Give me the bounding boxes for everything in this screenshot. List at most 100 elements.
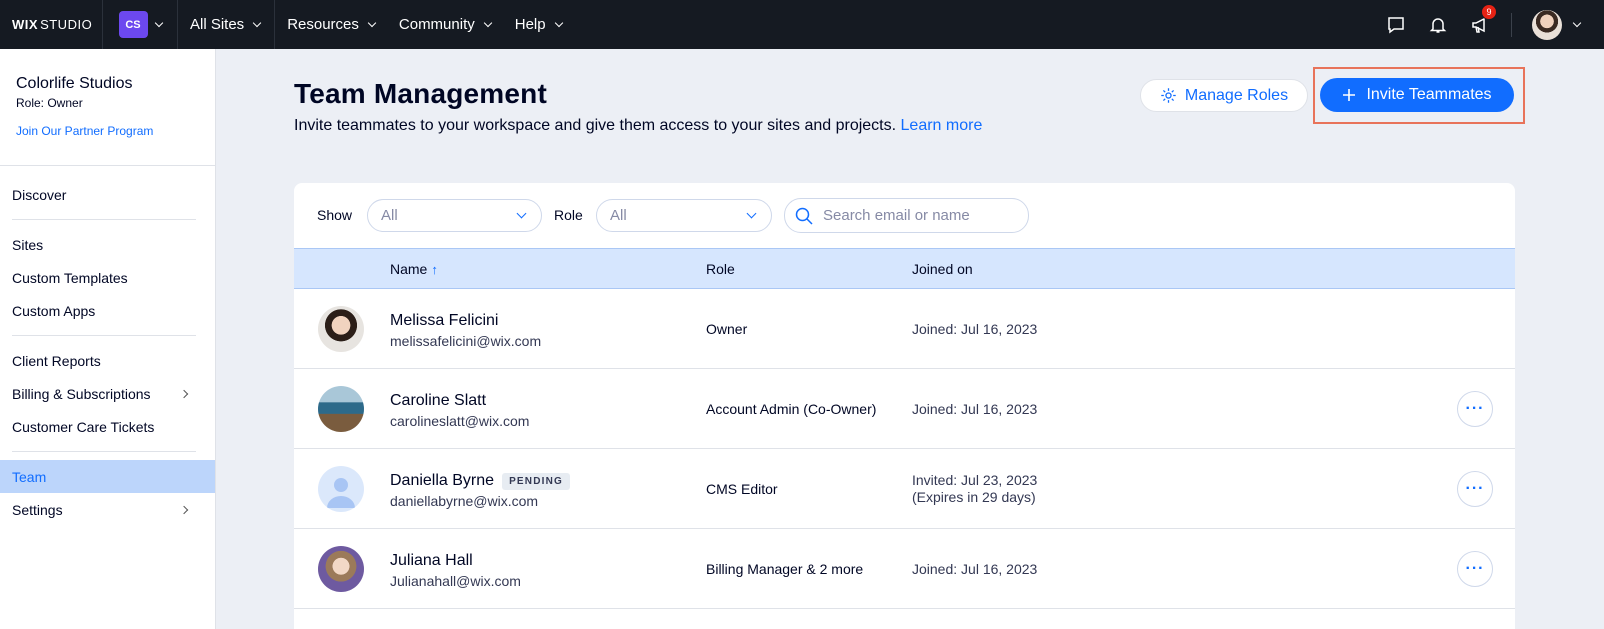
page-title: Team Management bbox=[294, 78, 547, 109]
sidebar-item-sites[interactable]: Sites bbox=[0, 228, 215, 261]
member-email: melissafelicini@wix.com bbox=[390, 333, 542, 349]
subtitle-text: Invite teammates to your workspace and g… bbox=[294, 117, 897, 134]
nav-label: All Sites bbox=[190, 16, 245, 33]
table-row[interactable]: Melissa Felicini melissafelicini@wix.com… bbox=[294, 289, 1515, 369]
chevron-right-icon bbox=[179, 389, 189, 398]
workspace-role: Role: Owner bbox=[16, 96, 83, 110]
search-placeholder: Search email or name bbox=[823, 207, 970, 224]
top-bar: WIX STUDIO CS All Sites Resources Commun… bbox=[0, 0, 1604, 49]
search-input[interactable]: Search email or name bbox=[784, 198, 1029, 233]
table-row[interactable]: Daniella Byrne PENDING daniellabyrne@wix… bbox=[294, 449, 1515, 529]
member-name-text: Daniella Byrne bbox=[390, 472, 495, 489]
sidebar-item-client-reports[interactable]: Client Reports bbox=[0, 344, 215, 377]
sidebar-item-label: Customer Care Tickets bbox=[12, 418, 155, 435]
column-header-name[interactable]: Name ↑ bbox=[390, 261, 438, 277]
workspace-badge: CS bbox=[118, 11, 148, 38]
avatar bbox=[318, 386, 364, 432]
member-role: CMS Editor bbox=[706, 481, 778, 497]
sidebar-item-label: Discover bbox=[12, 186, 67, 203]
member-name-text: Caroline Slatt bbox=[390, 392, 487, 409]
page-subtitle: Invite teammates to your workspace and g… bbox=[294, 117, 982, 135]
team-card: Show All Role All Search email or name N… bbox=[294, 183, 1515, 629]
member-name-text: Juliana Hall bbox=[390, 552, 473, 569]
nav-all-sites[interactable]: All Sites bbox=[178, 0, 276, 49]
more-actions-button[interactable]: ··· bbox=[1457, 471, 1493, 507]
sort-arrow-icon: ↑ bbox=[431, 262, 438, 277]
divider bbox=[12, 219, 196, 220]
learn-more-link[interactable]: Learn more bbox=[901, 117, 983, 134]
sidebar-item-label: Custom Apps bbox=[12, 302, 96, 319]
member-name: Caroline Slatt bbox=[390, 392, 486, 410]
sidebar-item-label: Billing & Subscriptions bbox=[12, 385, 151, 402]
more-actions-button[interactable]: ··· bbox=[1457, 391, 1493, 427]
sidebar-item-custom-templates[interactable]: Custom Templates bbox=[0, 261, 215, 294]
nav-resources[interactable]: Resources bbox=[275, 0, 387, 49]
chat-icon[interactable] bbox=[1385, 14, 1407, 36]
role-filter-label: Role bbox=[554, 207, 583, 223]
role-filter-value: All bbox=[610, 207, 627, 224]
sidebar-item-label: Sites bbox=[12, 236, 44, 253]
sidebar-item-settings[interactable]: Settings bbox=[0, 493, 215, 526]
sidebar-item-customer-care[interactable]: Customer Care Tickets bbox=[0, 410, 215, 443]
sidebar: Colorlife Studios Role: Owner Join Our P… bbox=[0, 49, 216, 629]
table-row[interactable]: Caroline Slatt carolineslatt@wix.com Acc… bbox=[294, 369, 1515, 449]
sidebar-item-team[interactable]: Team bbox=[0, 460, 215, 493]
invite-teammates-label: Invite Teammates bbox=[1366, 86, 1492, 103]
table-row[interactable]: Juliana Hall Julianahall@wix.com Billing… bbox=[294, 529, 1515, 609]
show-filter-label: Show bbox=[317, 207, 353, 223]
member-email: Julianahall@wix.com bbox=[390, 573, 521, 589]
chevron-down-icon bbox=[367, 18, 377, 27]
divider bbox=[1511, 12, 1512, 37]
chevron-down-icon bbox=[252, 18, 262, 27]
member-email: daniellabyrne@wix.com bbox=[390, 493, 539, 509]
role-filter-select[interactable]: All bbox=[596, 199, 772, 232]
invite-teammates-button[interactable]: Invite Teammates bbox=[1320, 78, 1514, 112]
chevron-down-icon bbox=[483, 18, 492, 27]
column-label: Name bbox=[390, 261, 428, 277]
wix-studio-logo[interactable]: WIX STUDIO bbox=[0, 0, 103, 49]
chevron-down-icon bbox=[516, 208, 527, 219]
user-icon bbox=[327, 478, 355, 508]
member-name: Daniella Byrne PENDING bbox=[390, 472, 571, 490]
nav-label: Resources bbox=[287, 16, 359, 33]
sidebar-item-discover[interactable]: Discover bbox=[0, 178, 215, 211]
bell-icon[interactable] bbox=[1427, 14, 1449, 36]
show-filter-value: All bbox=[381, 207, 398, 224]
logo-product: STUDIO bbox=[40, 17, 93, 32]
nav-label: Help bbox=[514, 16, 546, 33]
sidebar-item-label: Custom Templates bbox=[12, 269, 128, 286]
member-role: Owner bbox=[706, 321, 748, 337]
sidebar-item-custom-apps[interactable]: Custom Apps bbox=[0, 294, 215, 327]
member-name-text: Melissa Felicini bbox=[390, 312, 499, 329]
avatar-placeholder bbox=[318, 466, 364, 512]
megaphone-icon[interactable]: 9 bbox=[1469, 3, 1497, 36]
notification-badge: 9 bbox=[1481, 3, 1497, 20]
column-header-joined: Joined on bbox=[912, 261, 973, 277]
show-filter-select[interactable]: All bbox=[367, 199, 542, 232]
sidebar-item-label: Settings bbox=[12, 501, 63, 518]
sidebar-item-billing[interactable]: Billing & Subscriptions bbox=[0, 377, 215, 410]
avatar[interactable] bbox=[1532, 9, 1562, 40]
divider bbox=[12, 451, 196, 452]
member-joined: Joined: Jul 16, 2023 bbox=[912, 321, 1038, 337]
member-joined: Joined: Jul 16, 2023 bbox=[912, 401, 1038, 417]
avatar bbox=[318, 306, 364, 352]
member-joined: Joined: Jul 16, 2023 bbox=[912, 561, 1038, 577]
invited-date: Invited: Jul 23, 2023 bbox=[912, 472, 1038, 488]
member-email: carolineslatt@wix.com bbox=[390, 413, 530, 429]
search-icon bbox=[795, 207, 813, 225]
column-header-role: Role bbox=[706, 261, 735, 277]
chevron-down-icon[interactable] bbox=[1572, 18, 1582, 27]
nav-community[interactable]: Community bbox=[387, 0, 503, 49]
top-nav: All Sites Resources Community Help bbox=[178, 0, 574, 49]
manage-roles-button[interactable]: Manage Roles bbox=[1140, 79, 1308, 112]
divider bbox=[12, 335, 196, 336]
gear-icon bbox=[1161, 88, 1176, 103]
partner-program-link[interactable]: Join Our Partner Program bbox=[16, 124, 153, 138]
sidebar-item-label: Team bbox=[12, 468, 47, 485]
workspace-switcher[interactable]: CS bbox=[103, 0, 178, 49]
member-name: Juliana Hall bbox=[390, 552, 473, 570]
more-actions-button[interactable]: ··· bbox=[1457, 551, 1493, 587]
nav-help[interactable]: Help bbox=[503, 0, 574, 49]
filter-bar: Show All Role All Search email or name bbox=[294, 183, 1515, 248]
